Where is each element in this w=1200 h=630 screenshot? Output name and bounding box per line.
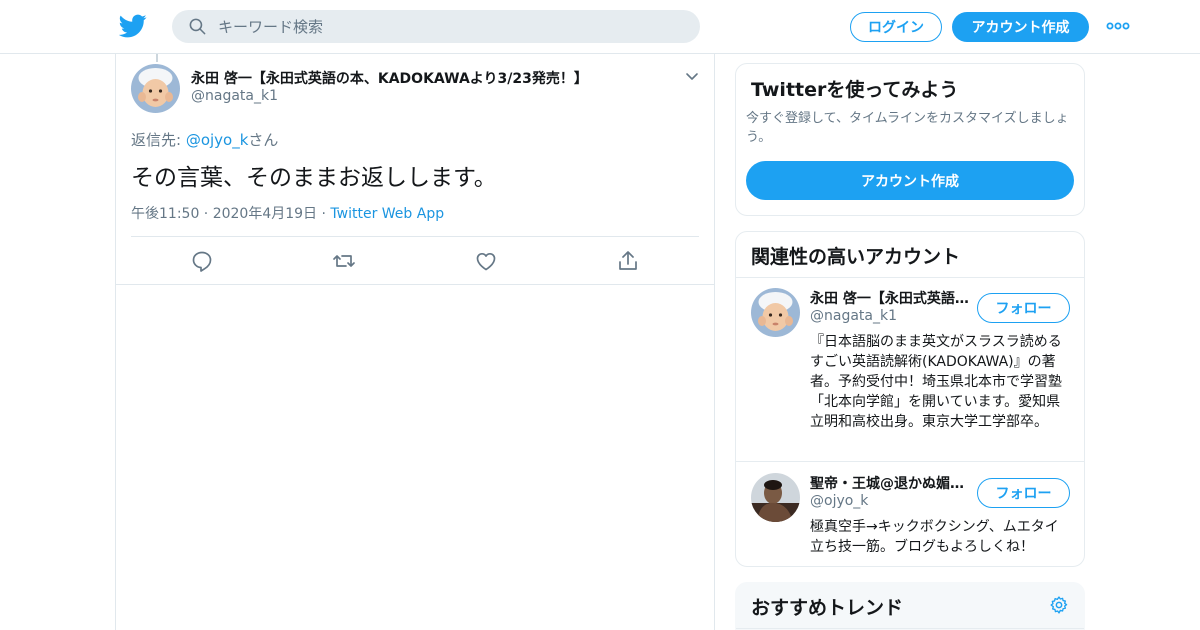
fighter-avatar-icon [751,473,800,522]
tweet-text: その言葉、そのままお返しします。 [131,165,497,191]
signup-button[interactable]: アカウント作成 [952,12,1089,42]
tweet-meta: 午後11:50 · 2020年4月19日 · Twitter Web App [131,203,444,223]
login-button[interactable]: ログイン [850,12,942,42]
avatar[interactable] [751,473,800,522]
thread-line [156,54,158,62]
child-avatar-icon [131,64,180,113]
search-box[interactable] [172,10,700,43]
related-accounts-title: 関連性の高いアカウント [751,246,961,268]
avatar[interactable] [131,64,180,113]
search-input[interactable] [218,10,688,43]
trends-card: おすすめトレンド [735,582,1085,630]
reply-handle-link[interactable]: @ojyo_k [186,131,249,149]
author-handle[interactable]: @nagata_k1 [191,88,278,104]
follow-button[interactable]: フォロー [977,293,1070,323]
follow-button[interactable]: フォロー [977,478,1070,508]
tweet-actions [116,237,714,285]
divider [736,628,1084,629]
gear-icon[interactable] [1049,595,1069,615]
author-name[interactable]: 永田 啓一【永田式英語の本、KADOKAWAより3/23発売！】 [191,68,588,88]
related-accounts-card: 関連性の高いアカウント 永田 啓一【永田式英語の本、KADOKAWAより3/23… [735,231,1085,567]
reply-to-line: 返信先: @ojyo_kさん [131,129,278,150]
avatar[interactable] [751,288,800,337]
tweet-column: 永田 啓一【永田式英語の本、KADOKAWAより3/23発売！】 @nagata… [115,54,715,630]
meta-separator: · [317,206,331,222]
try-twitter-card: Twitterを使ってみよう 今すぐ登録して、タイムラインをカスタマイズしましょ… [735,63,1085,216]
account-item[interactable]: 聖帝・王城@退かぬ媚びぬ省みぬ @ojyo_k フォロー 極真空手→キックボクシ… [736,463,1084,566]
share-icon[interactable] [616,249,640,273]
account-bio: 『日本語脳のまま英文がスラスラ読めるすごい英語読解術(KADOKAWA)』の著者… [810,334,1062,430]
reply-icon[interactable] [190,249,214,273]
account-name[interactable]: 聖帝・王城@退かぬ媚びぬ省みぬ [810,473,970,493]
account-name[interactable]: 永田 啓一【永田式英語の本、KADOKAWAより3/23発売！】 [810,288,970,308]
sidebar-signup-button[interactable]: アカウント作成 [746,161,1074,200]
account-handle[interactable]: @ojyo_k [810,493,868,509]
twitter-bird-icon[interactable] [119,12,147,40]
trends-title: おすすめトレンド [751,597,904,619]
more-dots-icon[interactable] [1106,18,1130,34]
try-twitter-title: Twitterを使ってみよう [751,79,959,101]
account-handle[interactable]: @nagata_k1 [810,308,897,324]
reply-suffix: さん [248,131,279,149]
like-icon[interactable] [474,249,498,273]
try-twitter-description: 今すぐ登録して、タイムラインをカスタマイズしましょう。 [746,111,1069,145]
tweet-source-link[interactable]: Twitter Web App [330,206,444,222]
account-bio: 極真空手→キックボクシング、ムエタイ 立ち技一筋。ブログもよろしくね！ [810,519,1059,555]
child-avatar-icon [751,288,800,337]
tweet-timestamp[interactable]: 午後11:50 · 2020年4月19日 [131,206,317,222]
top-bar: ログイン アカウント作成 [0,0,1200,54]
search-icon [189,18,206,35]
chevron-down-icon[interactable] [684,68,700,84]
reply-prefix: 返信先: [131,131,186,149]
account-item[interactable]: 永田 啓一【永田式英語の本、KADOKAWAより3/23発売！】 @nagata… [736,278,1084,462]
retweet-icon[interactable] [332,249,356,273]
